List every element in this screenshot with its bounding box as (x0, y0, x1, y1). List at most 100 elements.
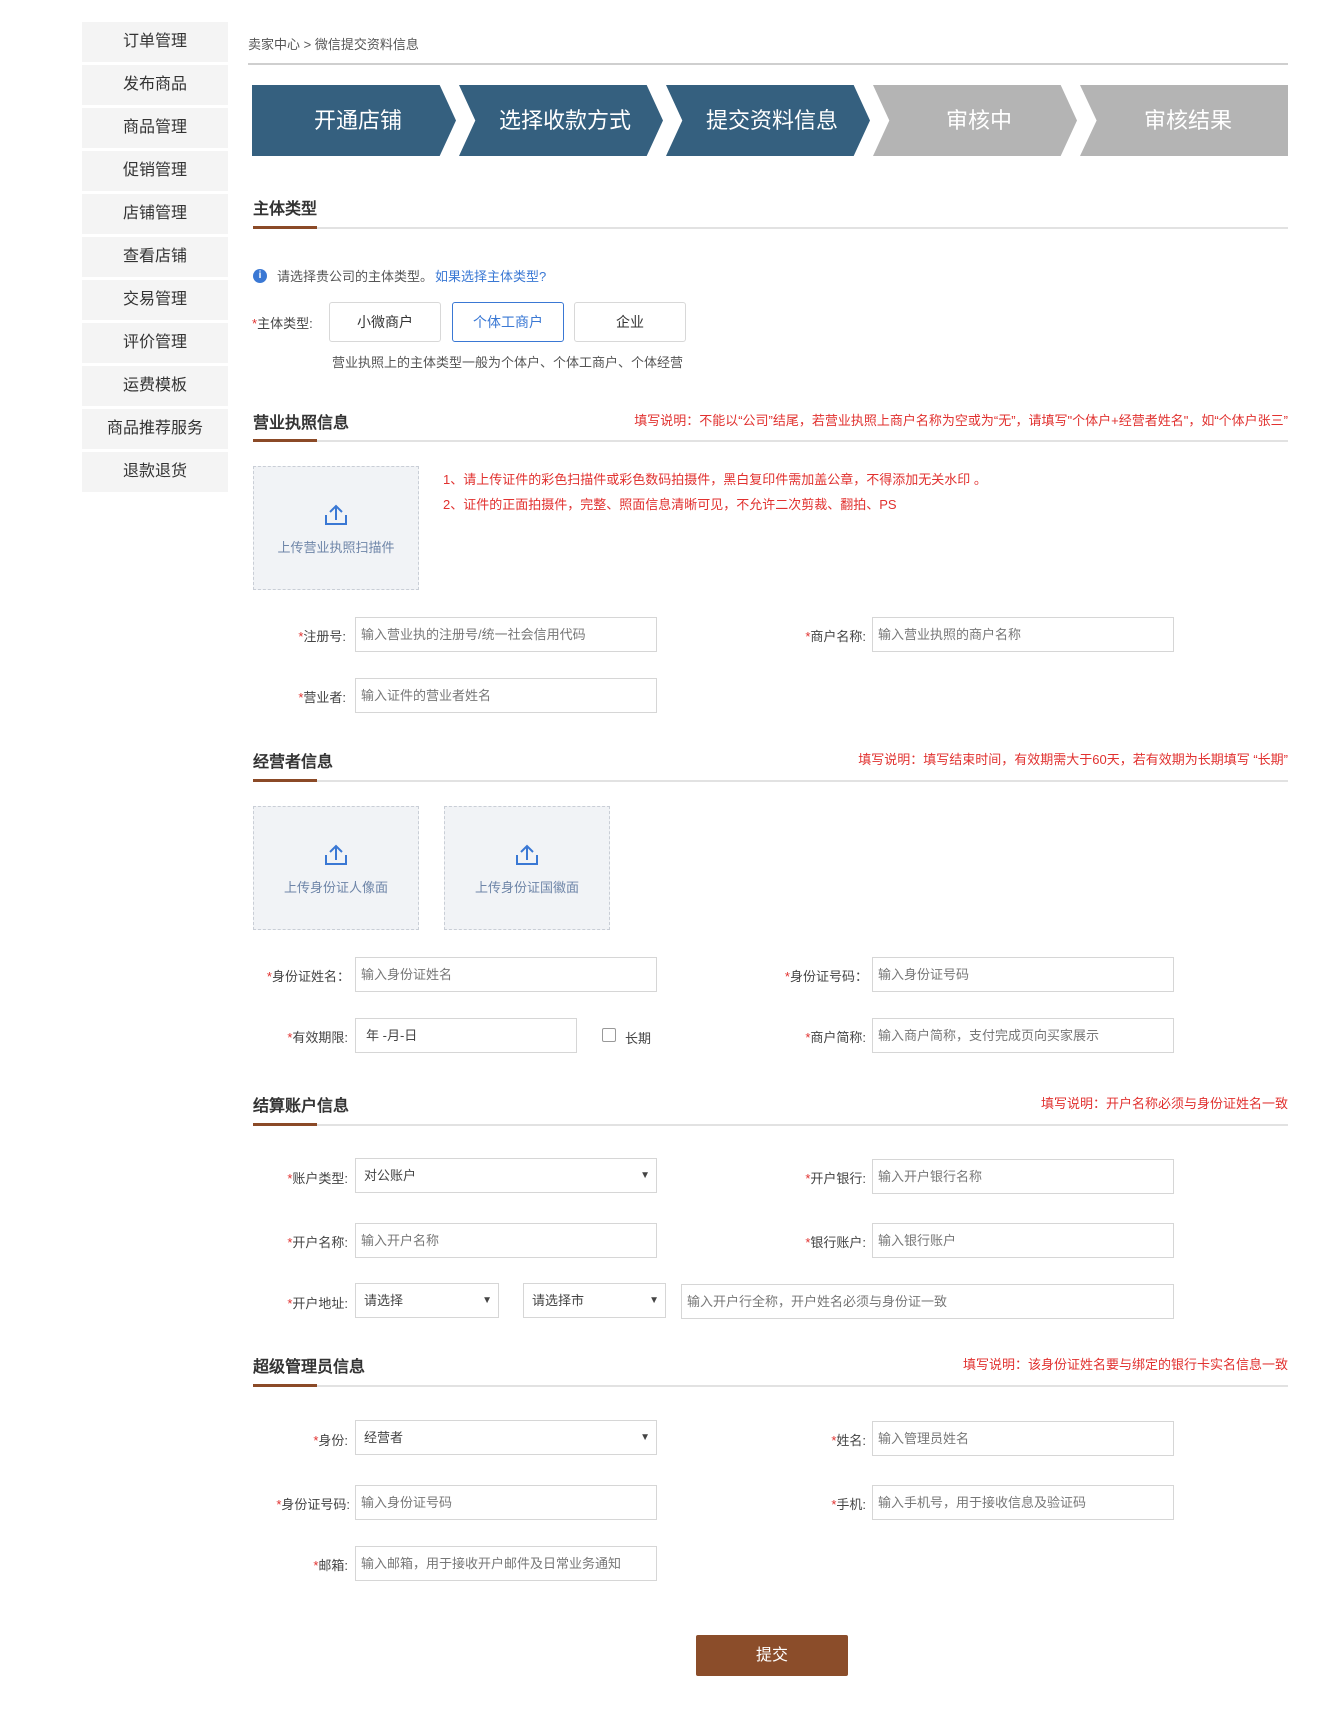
progress-steps: 开通店铺 选择收款方式 提交资料信息 审核中 审核结果 (252, 85, 1288, 156)
upload-id-front[interactable]: 上传身份证人像面 (253, 806, 419, 930)
admin-name-label: *姓名: (831, 1433, 866, 1448)
upload-license[interactable]: 上传营业执照扫描件 (253, 466, 419, 590)
bank-input[interactable]: 输入开户银行名称 (872, 1159, 1174, 1194)
reg-no-label: *注册号: (298, 629, 346, 644)
phone-label: *手机: (831, 1497, 866, 1512)
submit-button[interactable]: 提交 (696, 1635, 848, 1676)
section-divider (253, 227, 1288, 229)
breadcrumb-divider (248, 63, 1288, 65)
province-value: 请选择 (364, 1293, 404, 1308)
sidebar-item-products[interactable]: 商品管理 (82, 108, 228, 148)
sidebar-item-promotions[interactable]: 促销管理 (82, 151, 228, 191)
bank-branch-input[interactable]: 输入开户行全称，开户姓名必须与身份证一致 (681, 1284, 1174, 1319)
account-number-label: *银行账户: (805, 1235, 866, 1250)
sidebar-item-view-store[interactable]: 查看店铺 (82, 237, 228, 277)
subject-type-label: *主体类型: (252, 316, 313, 331)
short-name-input[interactable]: 输入商户简称，支付完成页向买家展示 (872, 1018, 1174, 1053)
admin-id-label: *身份证号码: (276, 1497, 350, 1512)
long-term-label: 长期 (625, 1031, 652, 1046)
short-name-label: *商户简称: (805, 1030, 866, 1045)
phone-input[interactable]: 输入手机号，用于接收信息及验证码 (872, 1485, 1174, 1520)
sidebar-item-store[interactable]: 店铺管理 (82, 194, 228, 234)
city-select[interactable]: 请选择市 ▼ (523, 1283, 666, 1318)
sidebar-item-publish[interactable]: 发布商品 (82, 65, 228, 105)
upload-icon (325, 504, 347, 525)
bank-label: *开户银行: (805, 1171, 866, 1186)
breadcrumb: 卖家中心 > 微信提交资料信息 (248, 37, 419, 52)
upload-id-back[interactable]: 上传身份证国徽面 (444, 806, 610, 930)
role-select[interactable]: 经营者 ▼ (355, 1420, 657, 1455)
id-name-input[interactable]: 输入身份证姓名 (355, 957, 657, 992)
merchant-name-label: *商户名称: (805, 629, 866, 644)
admin-note: 填写说明：该身份证姓名要与绑定的银行卡实名信息一致 (962, 1357, 1288, 1372)
id-name-label: *身份证姓名： (266, 969, 350, 984)
email-input[interactable]: 输入邮箱，用于接收开户邮件及日常业务通知 (355, 1546, 657, 1581)
section-title-subject: 主体类型 (253, 201, 318, 218)
operator-input[interactable]: 输入证件的营业者姓名 (355, 678, 657, 713)
role-label: *身份: (313, 1433, 348, 1448)
section-accent (253, 226, 317, 229)
section-accent (253, 1384, 317, 1387)
province-select[interactable]: 请选择 ▼ (355, 1283, 499, 1318)
address-label: *开户地址: (287, 1296, 348, 1311)
long-term-checkbox[interactable] (602, 1028, 616, 1042)
sidebar-item-shipping[interactable]: 运费模板 (82, 366, 228, 406)
sidebar-item-reviews[interactable]: 评价管理 (82, 323, 228, 363)
section-accent (253, 779, 317, 782)
license-note: 填写说明：不能以“公司”结尾，若营业执照上商户名称为空或为“无”，请填写"个体户… (634, 413, 1288, 428)
merchant-name-input[interactable]: 输入营业执照的商户名称 (872, 617, 1174, 652)
id-number-label: *身份证号码： (784, 969, 868, 984)
type-option-micro[interactable]: 小微商户 (329, 302, 441, 342)
role-value: 经营者 (364, 1430, 404, 1445)
reg-no-input[interactable]: 输入营业执的注册号/统一社会信用代码 (355, 617, 657, 652)
email-label: *邮箱: (313, 1558, 348, 1573)
section-divider (253, 1385, 1288, 1387)
admin-id-input[interactable]: 输入身份证号码 (355, 1485, 657, 1520)
upload-id-front-label: 上传身份证人像面 (283, 880, 388, 895)
step-reviewing: 审核中 (873, 85, 1077, 156)
section-divider (253, 1124, 1288, 1126)
type-option-enterprise[interactable]: 企业 (574, 302, 686, 342)
subject-info: i 请选择贵公司的主体类型。 如果选择主体类型? (253, 266, 546, 285)
subject-help-link[interactable]: 如果选择主体类型? (435, 266, 546, 285)
step-open-store: 开通店铺 (252, 85, 456, 156)
section-accent (253, 439, 317, 442)
section-accent (253, 1123, 317, 1126)
upload-id-back-label: 上传身份证国徽面 (474, 880, 579, 895)
upload-icon (516, 844, 538, 865)
license-requirement-1: 1、请上传证件的彩色扫描件或彩色数码拍摄件，黑白复印件需加盖公章，不得添加无关水… (443, 472, 987, 487)
sidebar-item-refunds[interactable]: 退款退货 (82, 452, 228, 492)
id-number-input[interactable]: 输入身份证号码 (872, 957, 1174, 992)
sidebar-item-recommend[interactable]: 商品推荐服务 (82, 409, 228, 449)
info-icon: i (253, 268, 267, 283)
sidebar-item-transactions[interactable]: 交易管理 (82, 280, 228, 320)
sidebar-menu: 订单管理 发布商品 商品管理 促销管理 店铺管理 查看店铺 交易管理 评价管理 … (82, 22, 228, 495)
account-type-select[interactable]: 对公账户 ▼ (355, 1158, 657, 1193)
section-title-admin: 超级管理员信息 (253, 1359, 366, 1376)
upload-icon (325, 844, 347, 865)
account-type-value: 对公账户 (364, 1168, 417, 1183)
dropdown-arrow-icon: ▼ (640, 1432, 650, 1443)
account-name-input[interactable]: 输入开户名称 (355, 1223, 657, 1258)
subject-info-text: 请选择贵公司的主体类型。 (277, 269, 434, 284)
admin-name-input[interactable]: 输入管理员姓名 (872, 1421, 1174, 1456)
dropdown-arrow-icon: ▼ (649, 1295, 659, 1306)
account-number-input[interactable]: 输入银行账户 (872, 1223, 1174, 1258)
step-submit-info: 提交资料信息 (666, 85, 870, 156)
step-review-result: 审核结果 (1080, 85, 1288, 156)
section-title-operator: 经营者信息 (253, 754, 334, 771)
section-title-settlement: 结算账户信息 (253, 1098, 350, 1115)
subject-type-hint: 营业执照上的主体类型一般为个体户、个体工商户、个体经营 (332, 355, 684, 370)
account-type-label: *账户类型: (287, 1171, 348, 1186)
valid-period-date-input[interactable]: 年 -月-日 (355, 1018, 577, 1053)
dropdown-arrow-icon: ▼ (640, 1170, 650, 1181)
account-name-label: *开户名称: (287, 1235, 348, 1250)
section-divider (253, 780, 1288, 782)
upload-license-label: 上传营业执照扫描件 (277, 540, 395, 555)
valid-period-label: *有效期限: (287, 1030, 348, 1045)
settlement-note: 填写说明：开户名称必须与身份证姓名一致 (1040, 1096, 1288, 1111)
sidebar-item-orders[interactable]: 订单管理 (82, 22, 228, 62)
operator-label: *营业者: (298, 690, 346, 705)
section-divider (253, 440, 1288, 442)
type-option-individual[interactable]: 个体工商户 (452, 302, 564, 342)
